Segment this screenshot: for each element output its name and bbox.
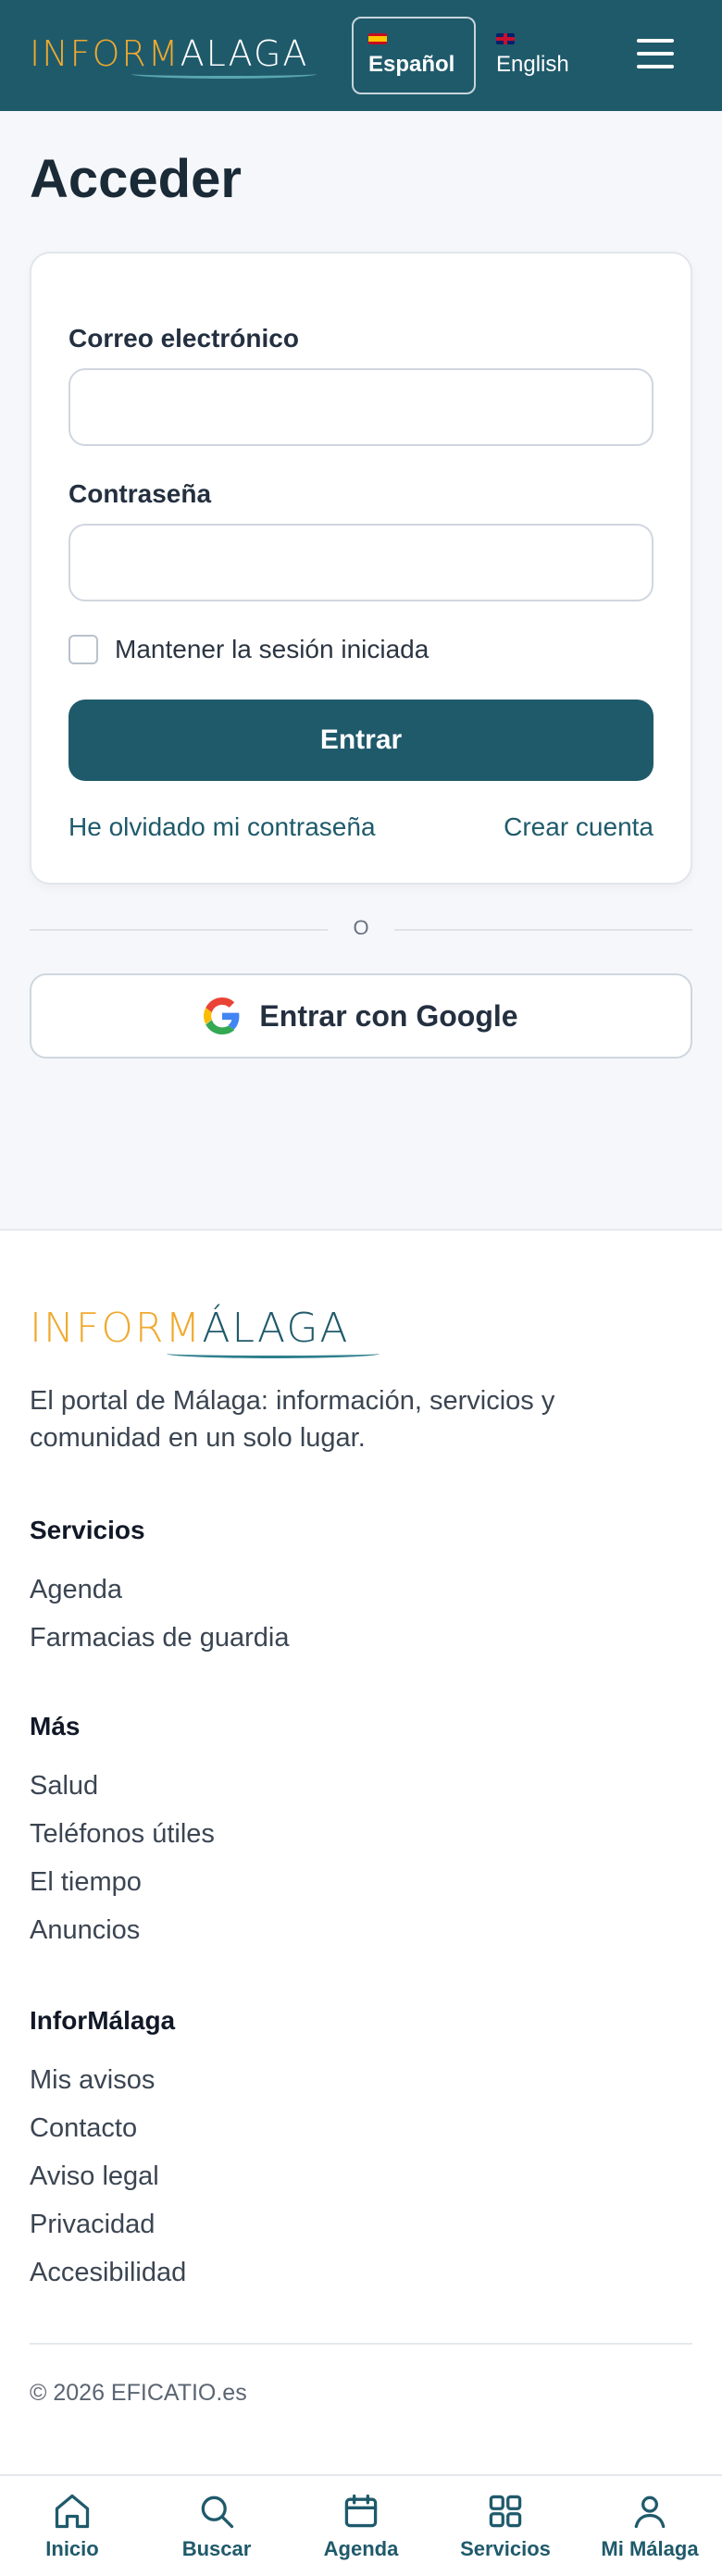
nav-item-servicios[interactable]: Servicios xyxy=(433,2476,578,2576)
footer-link-accesibilidad[interactable]: Accesibilidad xyxy=(30,2248,186,2297)
footer-logo[interactable]: INFORMÁLAGA xyxy=(30,1305,380,1358)
nav-label: Mi Málaga xyxy=(601,2537,699,2560)
nav-label: Buscar xyxy=(181,2537,252,2560)
home-icon xyxy=(55,2494,90,2529)
google-login-label: Entrar con Google xyxy=(259,998,518,1033)
footer-description: El portal de Málaga: información, servic… xyxy=(30,1386,555,1453)
footer-link-tiempo[interactable]: El tiempo xyxy=(30,1858,215,1906)
google-login-button[interactable]: Entrar con Google xyxy=(30,973,692,1059)
nav-item-agenda[interactable]: Agenda xyxy=(289,2476,433,2576)
footer-heading: Servicios xyxy=(30,1516,145,1544)
top-header: INFORMALAGA Español English xyxy=(0,0,722,111)
footer-heading: InforMálaga xyxy=(30,2006,176,2035)
footer-link-privacidad[interactable]: Privacidad xyxy=(30,2200,186,2248)
footer-section-servicios: Servicios Agenda Farmacias de guardia xyxy=(30,1516,289,1662)
remember-me-label[interactable]: Mantener la sesión iniciada xyxy=(115,635,429,664)
footer-copyright: © 2026 EFICATIO.es xyxy=(30,2380,247,2406)
bottom-navigation: Inicio Buscar Agenda Servicios Mi Málaga xyxy=(0,2474,722,2576)
footer-section-mas: Más Salud Teléfonos útiles El tiempo Anu… xyxy=(30,1712,215,1954)
logo-text-part2: ALAGA xyxy=(180,33,309,74)
nav-label: Servicios xyxy=(460,2537,551,2560)
footer-divider xyxy=(30,2343,692,2345)
footer-link-salud[interactable]: Salud xyxy=(30,1762,215,1810)
google-icon xyxy=(204,997,240,1034)
footer-link-mis-avisos[interactable]: Mis avisos xyxy=(30,2056,186,2104)
remember-me-checkbox[interactable] xyxy=(68,635,98,664)
grid-icon xyxy=(489,2495,522,2528)
language-es-button[interactable]: Español xyxy=(352,17,476,94)
footer-logo-part1: INFORM xyxy=(30,1305,203,1352)
language-es-label: Español xyxy=(368,52,455,77)
site-footer: INFORMÁLAGA El portal de Málaga: informa… xyxy=(0,1229,722,2474)
footer-link-anuncios[interactable]: Anuncios xyxy=(30,1906,215,1954)
logo-swoosh xyxy=(131,69,317,79)
site-logo[interactable]: INFORMALAGA xyxy=(30,33,317,79)
password-label: Contraseña xyxy=(68,479,212,508)
or-divider: O xyxy=(30,916,692,942)
email-label: Correo electrónico xyxy=(68,324,299,353)
page-title: Acceder xyxy=(30,149,242,209)
nav-item-mi-malaga[interactable]: Mi Málaga xyxy=(578,2476,722,2576)
footer-link-contacto[interactable]: Contacto xyxy=(30,2104,186,2152)
user-icon xyxy=(634,2496,666,2529)
nav-label: Agenda xyxy=(323,2537,399,2560)
or-divider-text: O xyxy=(353,916,369,939)
login-submit-button[interactable]: Entrar xyxy=(68,700,654,781)
email-field[interactable] xyxy=(68,368,654,446)
nav-item-buscar[interactable]: Buscar xyxy=(144,2476,289,2576)
footer-logo-swoosh xyxy=(167,1349,380,1358)
login-card: Correo electrónico Contraseña Mantener l… xyxy=(30,252,692,885)
footer-logo-part2: ÁLAGA xyxy=(202,1305,350,1352)
logo-text-part1: INFORM xyxy=(30,33,180,74)
uk-flag-icon xyxy=(496,33,578,46)
footer-link-telefonos[interactable]: Teléfonos útiles xyxy=(30,1810,215,1858)
footer-link-aviso-legal[interactable]: Aviso legal xyxy=(30,2152,186,2200)
search-icon xyxy=(201,2496,234,2529)
footer-link-agenda[interactable]: Agenda xyxy=(30,1566,289,1614)
footer-section-informalaga: InforMálaga Mis avisos Contacto Aviso le… xyxy=(30,2006,186,2297)
footer-heading: Más xyxy=(30,1712,81,1740)
nav-item-inicio[interactable]: Inicio xyxy=(0,2476,144,2576)
spain-flag-icon xyxy=(368,33,459,46)
forgot-password-link[interactable]: He olvidado mi contraseña xyxy=(68,812,376,842)
hamburger-menu-icon[interactable] xyxy=(635,35,676,72)
remember-me-row: Mantener la sesión iniciada xyxy=(68,635,429,664)
password-field[interactable] xyxy=(68,524,654,601)
create-account-link[interactable]: Crear cuenta xyxy=(504,812,654,842)
language-en-label: English xyxy=(496,52,569,77)
nav-label: Inicio xyxy=(45,2537,99,2560)
language-en-button[interactable]: English xyxy=(481,17,592,94)
calendar-icon xyxy=(344,2494,378,2528)
footer-link-farmacias[interactable]: Farmacias de guardia xyxy=(30,1614,289,1662)
